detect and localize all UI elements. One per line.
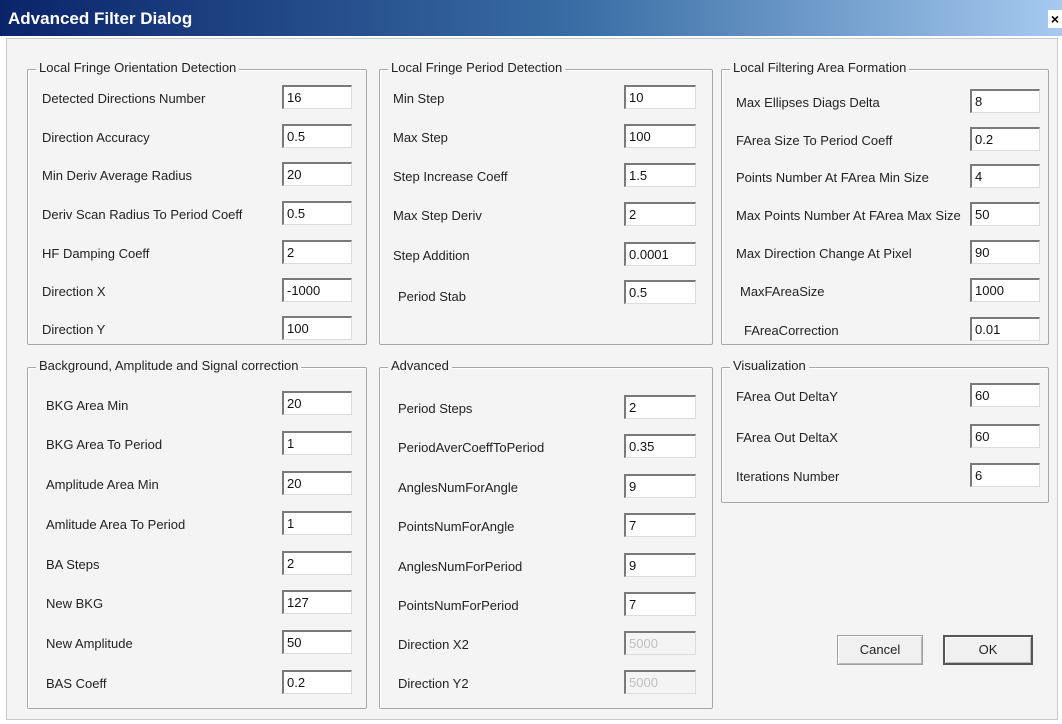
period-stab-field[interactable]: 0.5 xyxy=(624,280,696,304)
period-aver-coeff-field[interactable]: 0.35 xyxy=(624,434,696,458)
label-points-number-min-size: Points Number At FArea Min Size xyxy=(736,170,929,185)
max-step-field[interactable]: 100 xyxy=(624,124,696,148)
angles-num-for-angle-field[interactable]: 9 xyxy=(624,474,696,498)
label-period-aver-coeff: PeriodAverCoeffToPeriod xyxy=(398,440,545,455)
group-background-amplitude: Background, Amplitude and Signal correct… xyxy=(27,358,367,709)
farea-size-to-period-field[interactable]: 0.2 xyxy=(970,127,1040,151)
label-amplitude-area-min: Amplitude Area Min xyxy=(46,477,159,492)
ok-button[interactable]: OK xyxy=(943,635,1033,665)
label-min-step: Min Step xyxy=(393,91,445,106)
label-direction-y2: Direction Y2 xyxy=(398,676,469,691)
title-bar: Advanced Filter Dialog × xyxy=(0,0,1062,36)
cancel-button[interactable]: Cancel xyxy=(837,635,923,665)
group-filtering-area: Local Filtering Area Formation Max Ellip… xyxy=(721,60,1049,345)
period-steps-field[interactable]: 2 xyxy=(624,395,696,419)
label-bas-coeff: BAS Coeff xyxy=(46,676,107,691)
points-num-for-angle-field[interactable]: 7 xyxy=(624,513,696,537)
label-farea-size-to-period: FArea Size To Period Coeff xyxy=(736,133,893,148)
dialog-body: Local Fringe Orientation Detection Detec… xyxy=(6,38,1058,720)
min-deriv-average-radius-field[interactable]: 20 xyxy=(282,162,352,186)
step-addition-field[interactable]: 0.0001 xyxy=(624,242,696,266)
label-max-step-deriv: Max Step Deriv xyxy=(393,208,482,223)
label-iterations-number: Iterations Number xyxy=(736,469,840,484)
label-period-steps: Period Steps xyxy=(398,401,473,416)
points-number-min-size-field[interactable]: 4 xyxy=(970,164,1040,188)
label-max-direction-change: Max Direction Change At Pixel xyxy=(736,246,912,261)
label-max-ellipses-diags-delta: Max Ellipses Diags Delta xyxy=(736,95,880,110)
group-title: Local Fringe Period Detection xyxy=(388,60,566,75)
step-increase-coeff-field[interactable]: 1.5 xyxy=(624,163,696,187)
bas-coeff-field[interactable]: 0.2 xyxy=(282,670,352,694)
label-angles-num-for-angle: AnglesNumForAngle xyxy=(398,480,518,495)
group-orientation-detection: Local Fringe Orientation Detection Detec… xyxy=(27,60,367,345)
close-icon[interactable]: × xyxy=(1048,10,1062,28)
max-farea-size-field[interactable]: 1000 xyxy=(970,278,1040,302)
label-new-amplitude: New Amplitude xyxy=(46,636,133,651)
label-bkg-area-to-period: BKG Area To Period xyxy=(46,437,163,452)
min-step-field[interactable]: 10 xyxy=(624,85,696,109)
new-amplitude-field[interactable]: 50 xyxy=(282,630,352,654)
group-period-detection: Local Fringe Period Detection Min Step 1… xyxy=(379,60,713,345)
label-max-points-number-max-size: Max Points Number At FArea Max Size xyxy=(736,208,961,223)
label-farea-out-delta-x: FArea Out DeltaX xyxy=(736,430,838,445)
bkg-area-min-field[interactable]: 20 xyxy=(282,391,352,415)
label-ba-steps: BA Steps xyxy=(46,557,100,572)
hf-damping-coeff-field[interactable]: 2 xyxy=(282,240,352,264)
bkg-area-to-period-field[interactable]: 1 xyxy=(282,431,352,455)
label-new-bkg: New BKG xyxy=(46,596,104,611)
label-max-farea-size: MaxFAreaSize xyxy=(740,284,825,299)
label-period-stab: Period Stab xyxy=(398,289,466,304)
label-points-num-for-angle: PointsNumForAngle xyxy=(398,519,515,534)
farea-correction-field[interactable]: 0.01 xyxy=(970,317,1040,341)
label-direction-x: Direction X xyxy=(42,284,106,299)
label-deriv-scan-radius: Deriv Scan Radius To Period Coeff xyxy=(42,207,243,222)
label-direction-accuracy: Direction Accuracy xyxy=(42,130,150,145)
amplitude-area-to-period-field[interactable]: 1 xyxy=(282,511,352,535)
label-bkg-area-min: BKG Area Min xyxy=(46,398,129,413)
label-max-step: Max Step xyxy=(393,130,448,145)
iterations-number-field[interactable]: 6 xyxy=(970,463,1040,487)
direction-y-field[interactable]: 100 xyxy=(282,316,352,340)
label-farea-out-delta-y: FArea Out DeltaY xyxy=(736,389,838,404)
direction-accuracy-field[interactable]: 0.5 xyxy=(282,124,352,148)
detected-directions-number-field[interactable]: 16 xyxy=(282,85,352,109)
label-step-addition: Step Addition xyxy=(393,248,470,263)
group-title: Advanced xyxy=(388,358,452,373)
max-points-number-max-size-field[interactable]: 50 xyxy=(970,202,1040,226)
group-title: Local Filtering Area Formation xyxy=(730,60,910,75)
max-step-deriv-field[interactable]: 2 xyxy=(624,202,696,226)
amplitude-area-min-field[interactable]: 20 xyxy=(282,471,352,495)
group-title: Local Fringe Orientation Detection xyxy=(36,60,240,75)
label-farea-correction: FAreaCorrection xyxy=(744,323,839,338)
new-bkg-field[interactable]: 127 xyxy=(282,590,352,614)
direction-y2-field: 5000 xyxy=(624,670,696,694)
label-points-num-for-period: PointsNumForPeriod xyxy=(398,598,519,613)
ba-steps-field[interactable]: 2 xyxy=(282,551,352,575)
direction-x-field[interactable]: -1000 xyxy=(282,278,352,302)
group-title: Visualization xyxy=(730,358,809,373)
farea-out-delta-y-field[interactable]: 60 xyxy=(970,383,1040,407)
group-title: Background, Amplitude and Signal correct… xyxy=(36,358,302,373)
group-visualization: Visualization FArea Out DeltaY 60 FArea … xyxy=(721,358,1049,503)
window-title: Advanced Filter Dialog xyxy=(8,9,193,28)
label-amplitude-area-to-period: Amlitude Area To Period xyxy=(46,517,186,532)
label-detected-directions-number: Detected Directions Number xyxy=(42,91,206,106)
label-min-deriv-average-radius: Min Deriv Average Radius xyxy=(42,168,193,183)
direction-x2-field: 5000 xyxy=(624,631,696,655)
label-hf-damping-coeff: HF Damping Coeff xyxy=(42,246,150,261)
label-step-increase-coeff: Step Increase Coeff xyxy=(393,169,508,184)
label-direction-x2: Direction X2 xyxy=(398,637,469,652)
max-ellipses-diags-delta-field[interactable]: 8 xyxy=(970,89,1040,113)
points-num-for-period-field[interactable]: 7 xyxy=(624,592,696,616)
deriv-scan-radius-field[interactable]: 0.5 xyxy=(282,201,352,225)
label-direction-y: Direction Y xyxy=(42,322,106,337)
angles-num-for-period-field[interactable]: 9 xyxy=(624,553,696,577)
group-advanced: Advanced Period Steps 2 PeriodAverCoeffT… xyxy=(379,358,713,709)
max-direction-change-field[interactable]: 90 xyxy=(970,240,1040,264)
farea-out-delta-x-field[interactable]: 60 xyxy=(970,424,1040,448)
label-angles-num-for-period: AnglesNumForPeriod xyxy=(398,559,523,574)
